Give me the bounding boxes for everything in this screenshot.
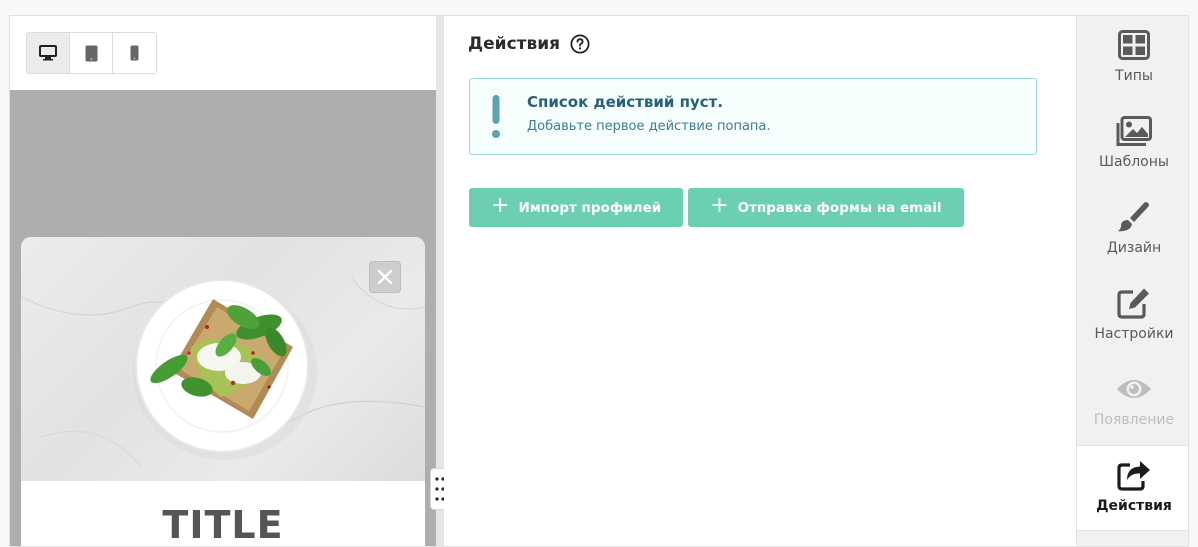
nav-item-settings[interactable]: Настройки: [1077, 274, 1188, 360]
add-action-buttons: + Импорт профилей + Отправка формы на em…: [469, 188, 964, 227]
nav-label: Типы: [1115, 68, 1153, 84]
food-plate-image: [21, 276, 425, 468]
nav-item-actions[interactable]: Действия: [1077, 445, 1188, 531]
alert-text: Добавьте первое действие попапа.: [527, 119, 771, 134]
phone-icon: [130, 45, 139, 61]
side-navigation: Типы Шаблоны Дизайн Настройки Появление: [1076, 16, 1188, 546]
exclamation-icon: [492, 95, 500, 138]
close-icon: [378, 270, 392, 284]
share-icon: [1117, 461, 1150, 491]
actions-panel: Действия Список действий пуст. Добавьте …: [444, 16, 1076, 546]
device-desktop-button[interactable]: [27, 33, 70, 73]
section-header: Действия: [468, 34, 590, 54]
tablet-icon: [85, 45, 97, 61]
nav-label: Дизайн: [1106, 240, 1162, 256]
section-title: Действия: [468, 34, 561, 54]
images-icon: [1116, 116, 1152, 146]
eye-icon: [1117, 380, 1151, 398]
popup-title: TITLE: [162, 503, 284, 547]
preview-canvas: TITLE: [10, 90, 436, 547]
nav-label: Настройки: [1094, 326, 1174, 342]
popup-close-button[interactable]: [369, 261, 401, 293]
button-label: Отправка формы на email: [737, 199, 942, 216]
app-window: TITLE Действия Список действий пуст. Доб…: [9, 15, 1189, 547]
nav-item-types[interactable]: Типы: [1077, 16, 1188, 102]
nav-item-design[interactable]: Дизайн: [1077, 188, 1188, 274]
plus-icon: +: [710, 193, 729, 218]
monitor-icon: [39, 45, 57, 61]
send-form-email-button[interactable]: + Отправка формы на email: [688, 188, 964, 227]
grid-icon: [1118, 30, 1150, 60]
alert-title: Список действий пуст.: [527, 93, 724, 111]
popup-image: [21, 237, 425, 481]
plus-icon: +: [491, 193, 510, 218]
button-label: Импорт профилей: [518, 199, 662, 216]
empty-actions-alert: Список действий пуст. Добавьте первое де…: [469, 78, 1037, 155]
popup-preview[interactable]: TITLE: [21, 237, 425, 547]
nav-item-templates[interactable]: Шаблоны: [1077, 102, 1188, 188]
import-profiles-button[interactable]: + Импорт профилей: [469, 188, 684, 227]
device-tablet-button[interactable]: [70, 33, 113, 73]
preview-panel: TITLE: [10, 16, 436, 547]
question-circle-icon[interactable]: [570, 34, 590, 54]
device-toggle-group: [26, 32, 157, 74]
nav-label: Появление: [1093, 412, 1175, 428]
nav-label: Шаблоны: [1099, 154, 1169, 170]
device-mobile-button[interactable]: [113, 33, 156, 73]
nav-label: Действия: [1096, 498, 1172, 514]
nav-item-appearance: Появление: [1077, 360, 1188, 446]
brush-icon: [1118, 202, 1149, 232]
edit-icon: [1117, 288, 1149, 319]
